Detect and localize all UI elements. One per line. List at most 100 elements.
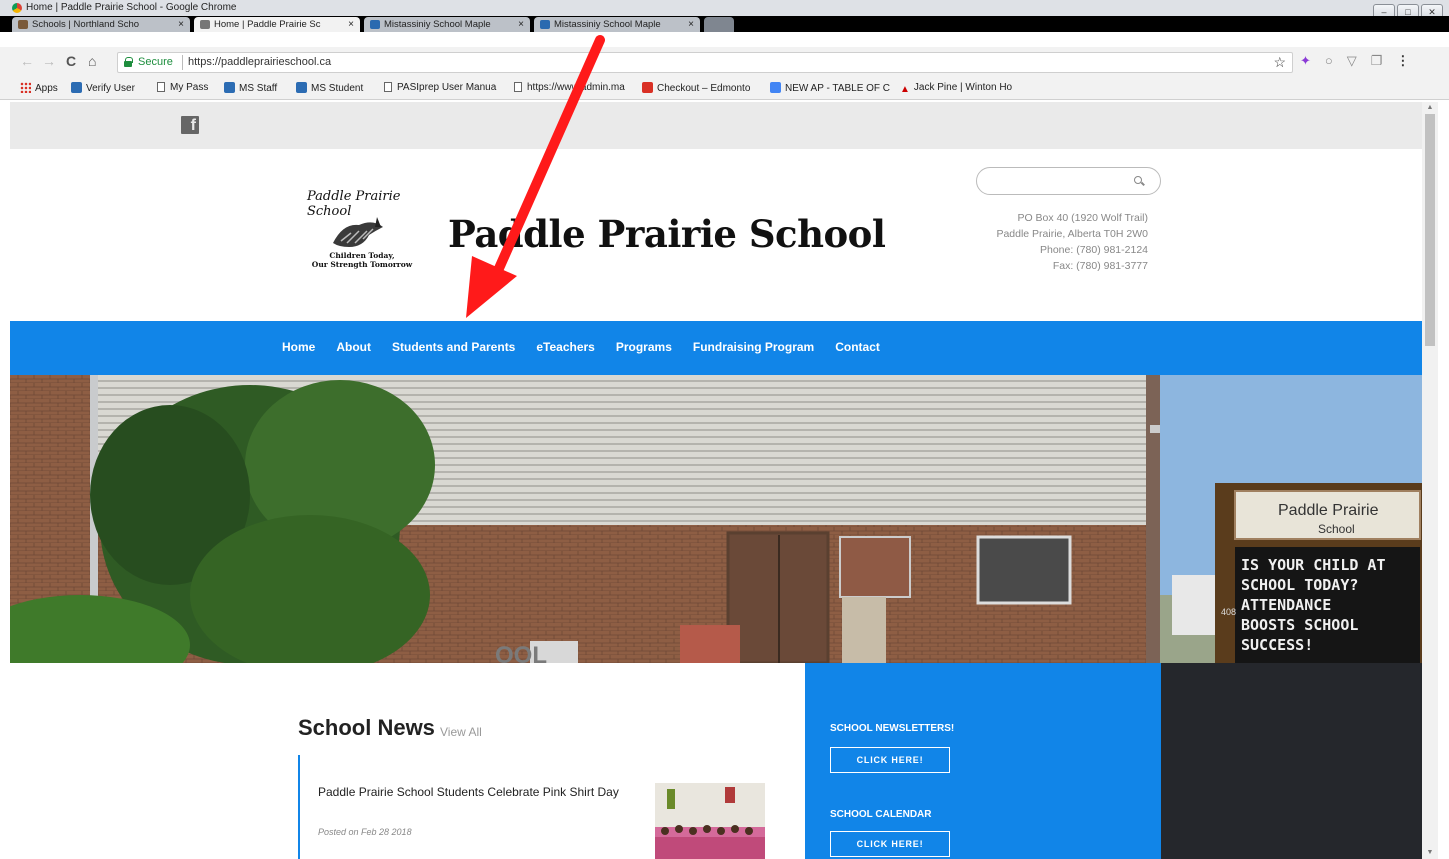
- bookmark-pasiprep[interactable]: PASIprep User Manua: [384, 82, 496, 93]
- news-thumbnail[interactable]: [655, 783, 765, 859]
- page-scrollbar[interactable]: ▲ ▼: [1422, 102, 1438, 859]
- phone-line: Phone: (780) 981-2124: [1040, 244, 1148, 256]
- bookmark-star-icon[interactable]: ☆: [1273, 54, 1286, 71]
- fax-line: Fax: (780) 981-3777: [1052, 260, 1148, 272]
- tab-close-icon[interactable]: ×: [518, 17, 524, 32]
- bookmark-apps[interactable]: Apps: [20, 82, 58, 94]
- scroll-up-icon[interactable]: ▲: [1422, 102, 1438, 114]
- tab-label: Mistassiniy School Maple: [384, 19, 491, 30]
- tab-mistassiniy-1[interactable]: Mistassiniy School Maple ×: [364, 17, 530, 32]
- url-separator: [182, 55, 183, 70]
- news-title: School News: [298, 715, 435, 740]
- tab-favicon-icon: [200, 20, 210, 29]
- reload-icon[interactable]: C: [66, 53, 76, 69]
- school-news-section: School News View All Paddle Prairie Scho…: [10, 663, 805, 859]
- newsletters-button[interactable]: CLICK HERE!: [830, 747, 950, 773]
- bookmark-admin[interactable]: https://www.admin.ma: [514, 82, 625, 93]
- nav-contact[interactable]: Contact: [835, 340, 880, 354]
- tab-label: Home | Paddle Prairie Sc: [214, 19, 321, 30]
- news-headline[interactable]: Paddle Prairie School Students Celebrate…: [318, 783, 638, 801]
- new-tab-button[interactable]: [704, 17, 734, 32]
- url-text[interactable]: https://paddleprairieschool.ca: [188, 56, 331, 68]
- search-icon[interactable]: [1134, 176, 1142, 184]
- bookmark-my-pass[interactable]: My Pass: [157, 82, 208, 93]
- bookmark-label: My Pass: [170, 82, 209, 93]
- facebook-icon[interactable]: f: [181, 116, 199, 134]
- bookmark-label: Apps: [35, 83, 58, 94]
- lock-icon[interactable]: [124, 57, 133, 67]
- extension-filter-icon[interactable]: ▽: [1347, 53, 1357, 69]
- site-header: Paddle Prairie School Children Today, Ou…: [10, 149, 1422, 321]
- tab-schools-northland[interactable]: Schools | Northland Scho ×: [12, 17, 190, 32]
- extension-cast-icon[interactable]: ❐: [1371, 53, 1383, 69]
- page-icon: [514, 82, 522, 92]
- extension-circle-icon[interactable]: ○: [1325, 53, 1333, 69]
- address-line: PO Box 40 (1920 Wolf Trail): [1017, 212, 1148, 224]
- sign-name-text: School: [1318, 522, 1355, 536]
- extension-puzzle-icon[interactable]: ✦: [1300, 53, 1311, 69]
- bookmark-verify-user[interactable]: Verify User: [71, 82, 135, 94]
- bookmark-blue-icon: [224, 82, 235, 93]
- sign-line: IS YOUR CHILD AT: [1241, 556, 1386, 574]
- back-arrow-icon[interactable]: ←: [20, 53, 34, 69]
- home-icon[interactable]: ⌂: [88, 53, 96, 69]
- view-all-link[interactable]: View All: [440, 725, 482, 739]
- tab-favicon-icon: [370, 20, 380, 29]
- address-line: Paddle Prairie, Alberta T0H 2W0: [996, 228, 1148, 240]
- window-title: Home | Paddle Prairie School - Google Ch…: [26, 2, 237, 13]
- page-icon: [384, 82, 392, 92]
- bird-logo-icon: [333, 217, 383, 247]
- bookmark-label: Checkout – Edmonto: [657, 83, 751, 94]
- bookmark-new-ap[interactable]: NEW AP - TABLE OF C: [770, 82, 890, 94]
- bookmark-red-icon: [642, 82, 653, 93]
- apps-icon: [20, 82, 31, 93]
- site-title[interactable]: Paddle Prairie School: [448, 212, 886, 256]
- secure-label[interactable]: Secure: [138, 56, 173, 68]
- bookmark-label: MS Student: [311, 83, 364, 94]
- sign-line: BOOSTS SCHOOL: [1241, 616, 1358, 634]
- nav-home[interactable]: Home: [282, 340, 315, 354]
- bookmark-blue-icon: [71, 82, 82, 93]
- logo-motto-line: Our Strength Tomorrow: [311, 260, 413, 269]
- chrome-menu-icon[interactable]: ⋮: [1396, 53, 1409, 69]
- bookmark-jack-pine[interactable]: ▲ Jack Pine | Winton Ho: [900, 82, 1012, 95]
- tab-close-icon[interactable]: ×: [178, 17, 184, 32]
- page-viewport: f Paddle Prairie School Children Today, …: [10, 102, 1422, 859]
- tab-label: Mistassiniy School Maple: [554, 19, 661, 30]
- school-logo[interactable]: Paddle Prairie School Children Today, Ou…: [303, 189, 421, 281]
- dark-side-panel: [1161, 663, 1422, 859]
- main-nav: Home About Students and Parents eTeacher…: [10, 321, 1422, 375]
- site-search-input[interactable]: [976, 167, 1161, 195]
- quick-links-panel: SCHOOL NEWSLETTERS! CLICK HERE! SCHOOL C…: [805, 663, 1161, 859]
- tab-close-icon[interactable]: ×: [688, 17, 694, 32]
- nav-about[interactable]: About: [336, 340, 371, 354]
- chrome-logo-icon: [12, 3, 22, 13]
- address-bar[interactable]: Secure https://paddleprairieschool.ca ☆: [117, 52, 1293, 73]
- scroll-down-icon[interactable]: ▼: [1422, 847, 1438, 859]
- pink-shirt-photo: [655, 783, 765, 859]
- wall-lettering: OOL: [495, 642, 547, 663]
- page-icon: [157, 82, 165, 92]
- newsletters-heading: SCHOOL NEWSLETTERS!: [830, 723, 955, 734]
- bookmark-checkout[interactable]: Checkout – Edmonto: [642, 82, 750, 94]
- bookmark-label: MS Staff: [239, 83, 278, 94]
- calendar-button[interactable]: CLICK HERE!: [830, 831, 950, 857]
- hero-image: Paddle Prairie School IS YOUR CHILD AT S…: [10, 375, 1422, 663]
- forward-arrow-icon[interactable]: →: [42, 53, 56, 69]
- tab-strip: Schools | Northland Scho × Home | Paddle…: [0, 16, 1449, 32]
- bookmark-arrow-icon: ▲: [900, 84, 910, 95]
- news-item[interactable]: Paddle Prairie School Students Celebrate…: [298, 755, 768, 859]
- nav-fundraising-program[interactable]: Fundraising Program: [693, 340, 814, 354]
- bookmark-label: Verify User: [86, 83, 135, 94]
- social-bar: f: [10, 102, 1422, 149]
- scrollbar-thumb[interactable]: [1425, 114, 1435, 346]
- nav-students-and-parents[interactable]: Students and Parents: [392, 340, 515, 354]
- tab-home-paddle-prairie[interactable]: Home | Paddle Prairie Sc ×: [194, 17, 360, 32]
- bookmark-ms-staff[interactable]: MS Staff: [224, 82, 277, 94]
- tab-close-icon[interactable]: ×: [348, 17, 354, 32]
- bookmark-ms-student[interactable]: MS Student: [296, 82, 363, 94]
- nav-eteachers[interactable]: eTeachers: [536, 340, 594, 354]
- tab-mistassiniy-2[interactable]: Mistassiniy School Maple ×: [534, 17, 700, 32]
- news-date: Posted on Feb 28 2018: [318, 827, 412, 837]
- nav-programs[interactable]: Programs: [616, 340, 672, 354]
